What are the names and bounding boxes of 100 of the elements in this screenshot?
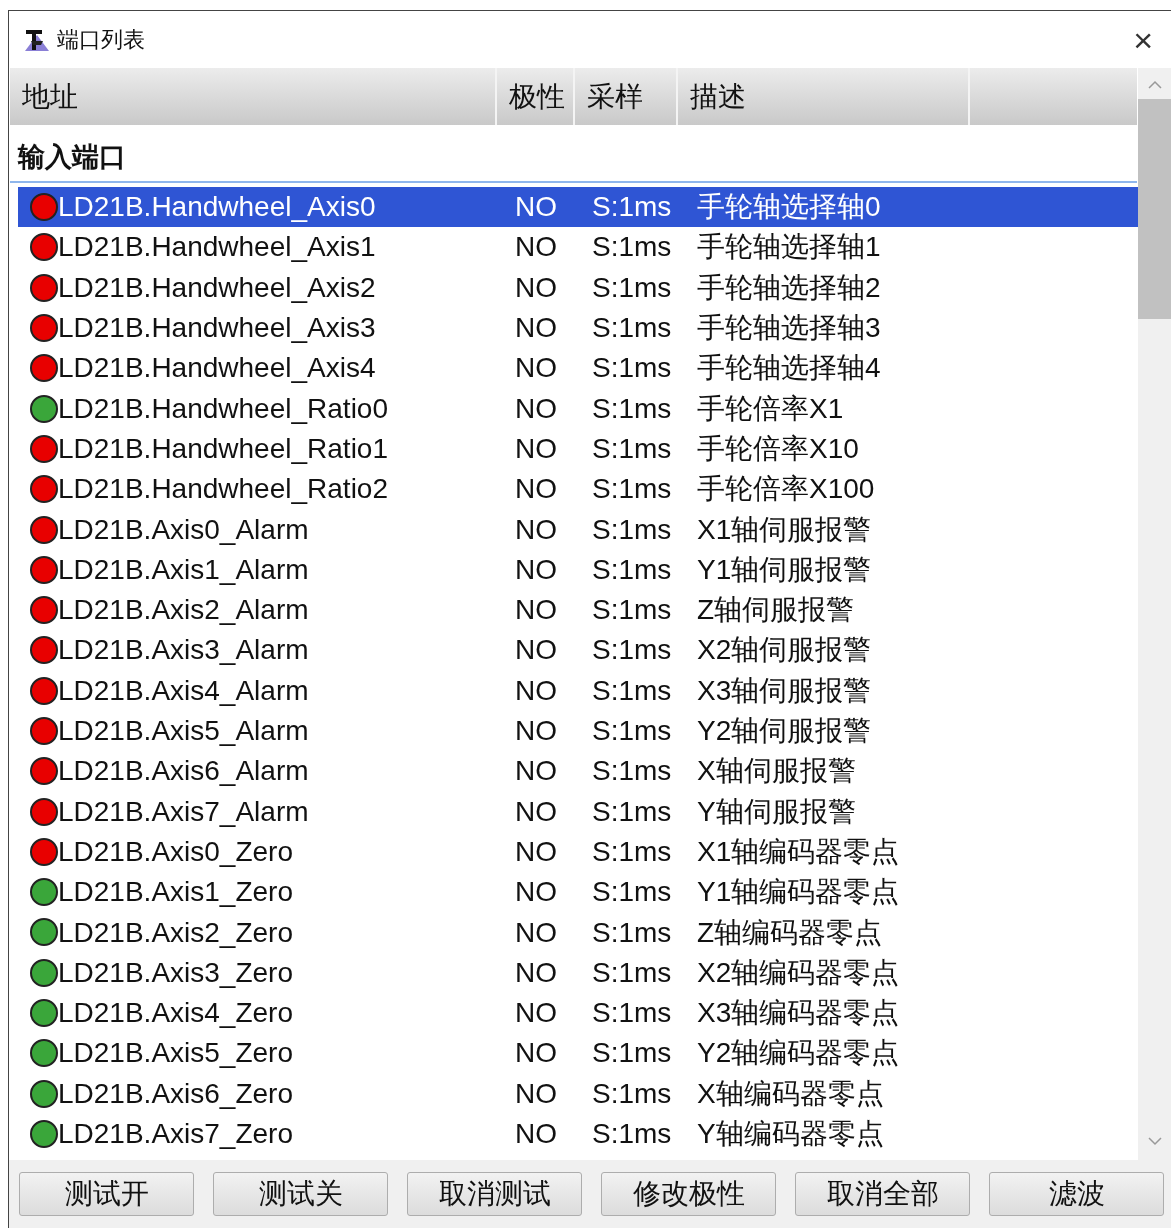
polarity-text: NO [515, 915, 558, 950]
table-row[interactable]: LD21B.Handwheel_Ratio1 NO S:1ms 手轮倍率X10 [18, 428, 1138, 470]
table-row[interactable]: LD21B.Axis5_Alarm NO S:1ms Y2轴伺服报警 [18, 710, 1138, 752]
polarity-text: NO [515, 270, 558, 305]
address-text: LD21B.Axis6_Zero [58, 1076, 294, 1111]
polarity-text: NO [515, 794, 558, 829]
close-button[interactable]: × [1129, 22, 1157, 57]
action-button[interactable]: 测试开 [19, 1172, 194, 1216]
table-row[interactable]: LD21B.Axis1_Zero NO S:1ms Y1轴编码器零点 [18, 872, 1138, 913]
table-row[interactable]: LD21B.Axis2_Alarm NO S:1ms Z轴伺服报警 [18, 589, 1138, 631]
table-row[interactable]: LD21B.Axis4_Zero NO S:1ms X3轴编码器零点 [18, 992, 1138, 1034]
table-row[interactable]: LD21B.Axis7_Alarm NO S:1ms Y轴伺服报警 [18, 791, 1138, 832]
table-row[interactable]: LD21B.Axis4_Alarm NO S:1ms X3轴伺服报警 [18, 670, 1138, 711]
polarity-text: NO [515, 311, 558, 346]
sampling-text: S:1ms [592, 512, 673, 547]
table-row[interactable]: LD21B.Axis7_Zero NO S:1ms Y轴编码器零点 [18, 1113, 1138, 1155]
table-row[interactable]: LD21B.Axis6_Zero NO S:1ms X轴编码器零点 [18, 1073, 1138, 1114]
scroll-up-icon[interactable] [1146, 80, 1163, 90]
address-text: LD21B.Handwheel_Axis0 [58, 190, 377, 225]
sampling-text: S:1ms [592, 875, 673, 910]
address-text: LD21B.Handwheel_Ratio0 [58, 391, 389, 426]
description-text: 手轮轴选择轴4 [697, 351, 881, 386]
table-row[interactable]: LD21B.Handwheel_Ratio2 NO S:1ms 手轮倍率X100 [18, 469, 1138, 510]
sampling-text: S:1ms [592, 915, 673, 950]
table-row[interactable]: LD21B.Handwheel_Axis1 NO S:1ms 手轮轴选择轴1 [18, 227, 1138, 268]
address-text: LD21B.Handwheel_Axis2 [58, 270, 377, 305]
sampling-text: S:1ms [592, 1036, 673, 1071]
address-text: LD21B.Axis4_Alarm [58, 673, 310, 708]
description-text: Y2轴编码器零点 [697, 1036, 900, 1071]
group-header: 输入端口 [18, 140, 126, 174]
column-header[interactable]: 采样 [587, 75, 643, 118]
address-text: LD21B.Axis7_Alarm [58, 794, 310, 829]
sampling-text: S:1ms [592, 794, 673, 829]
column-header[interactable]: 地址 [22, 75, 78, 118]
action-button[interactable]: 滤波 [989, 1172, 1164, 1216]
description-text: 手轮轴选择轴0 [697, 190, 881, 225]
sampling-text: S:1ms [592, 190, 673, 225]
polarity-text: NO [515, 875, 558, 910]
table-row[interactable]: LD21B.Handwheel_Axis0 NO S:1ms 手轮轴选择轴0 [18, 187, 1138, 228]
address-text: LD21B.Handwheel_Axis3 [58, 311, 377, 346]
table-row[interactable]: LD21B.Axis0_Alarm NO S:1ms X1轴伺服报警 [18, 509, 1138, 550]
polarity-text: NO [515, 633, 558, 668]
scrollbar[interactable] [1138, 68, 1171, 1160]
table-row[interactable]: LD21B.Axis5_Zero NO S:1ms Y2轴编码器零点 [18, 1033, 1138, 1074]
table-row[interactable]: LD21B.Handwheel_Axis2 NO S:1ms 手轮轴选择轴2 [18, 267, 1138, 308]
description-text: 手轮倍率X1 [697, 391, 844, 426]
address-text: LD21B.Axis2_Zero [58, 915, 294, 950]
sampling-text: S:1ms [592, 1117, 673, 1151]
action-button[interactable]: 取消全部 [795, 1172, 970, 1216]
sampling-text: S:1ms [592, 311, 673, 346]
address-text: LD21B.Axis5_Alarm [58, 714, 310, 748]
polarity-text: NO [515, 593, 558, 628]
address-text: LD21B.Handwheel_Ratio2 [58, 472, 389, 507]
sampling-text: S:1ms [592, 834, 673, 869]
address-text: LD21B.Handwheel_Axis1 [58, 230, 377, 265]
sampling-text: S:1ms [592, 673, 673, 708]
description-text: X2轴伺服报警 [697, 633, 872, 668]
table-row[interactable]: LD21B.Axis2_Zero NO S:1ms Z轴编码器零点 [18, 912, 1138, 953]
sampling-text: S:1ms [592, 714, 673, 748]
window-title: 端口列表 [57, 26, 145, 54]
sampling-text: S:1ms [592, 593, 673, 628]
address-text: LD21B.Axis4_Zero [58, 996, 294, 1031]
description-text: X1轴编码器零点 [697, 834, 900, 869]
table-row[interactable]: LD21B.Axis0_Zero NO S:1ms X1轴编码器零点 [18, 831, 1138, 873]
table-row[interactable]: LD21B.Handwheel_Axis3 NO S:1ms 手轮轴选择轴3 [18, 307, 1138, 349]
polarity-text: NO [515, 431, 558, 466]
table-row[interactable]: LD21B.Handwheel_Ratio0 NO S:1ms 手轮倍率X1 [18, 388, 1138, 429]
table-row[interactable]: LD21B.Axis3_Zero NO S:1ms X2轴编码器零点 [18, 952, 1138, 993]
description-text: X1轴伺服报警 [697, 512, 872, 547]
address-text: LD21B.Axis1_Alarm [58, 552, 310, 587]
action-button[interactable]: 取消测试 [407, 1172, 582, 1216]
scrollbar-thumb[interactable] [1138, 99, 1171, 319]
polarity-text: NO [515, 996, 558, 1031]
polarity-text: NO [515, 552, 558, 587]
sampling-text: S:1ms [592, 472, 673, 507]
sampling-text: S:1ms [592, 552, 673, 587]
table-row[interactable]: LD21B.Axis1_Alarm NO S:1ms Y1轴伺服报警 [18, 549, 1138, 590]
column-header[interactable]: 极性 [509, 75, 565, 118]
table-row[interactable]: LD21B.Handwheel_Axis4 NO S:1ms 手轮轴选择轴4 [18, 348, 1138, 389]
table-row[interactable]: LD21B.Axis3_Alarm NO S:1ms X2轴伺服报警 [18, 630, 1138, 671]
address-text: LD21B.Axis7_Zero [58, 1117, 294, 1151]
sampling-text: S:1ms [592, 270, 673, 305]
polarity-text: NO [515, 714, 558, 748]
sampling-text: S:1ms [592, 351, 673, 386]
scroll-down-icon[interactable] [1146, 1136, 1163, 1146]
description-text: X2轴编码器零点 [697, 955, 900, 990]
table-row[interactable]: LD21B.Axis6_Alarm NO S:1ms X轴伺服报警 [18, 751, 1138, 792]
description-text: X3轴伺服报警 [697, 673, 872, 708]
column-header[interactable]: 描述 [690, 75, 746, 118]
sampling-text: S:1ms [592, 1076, 673, 1111]
sampling-text: S:1ms [592, 754, 673, 789]
action-button[interactable]: 测试关 [213, 1172, 388, 1216]
polarity-text: NO [515, 472, 558, 507]
polarity-text: NO [515, 351, 558, 386]
action-button[interactable]: 修改极性 [601, 1172, 776, 1216]
polarity-text: NO [515, 512, 558, 547]
description-text: Y2轴伺服报警 [697, 714, 872, 748]
description-text: Z轴编码器零点 [697, 915, 883, 950]
polarity-text: NO [515, 955, 558, 990]
description-text: 手轮轴选择轴1 [697, 230, 881, 265]
